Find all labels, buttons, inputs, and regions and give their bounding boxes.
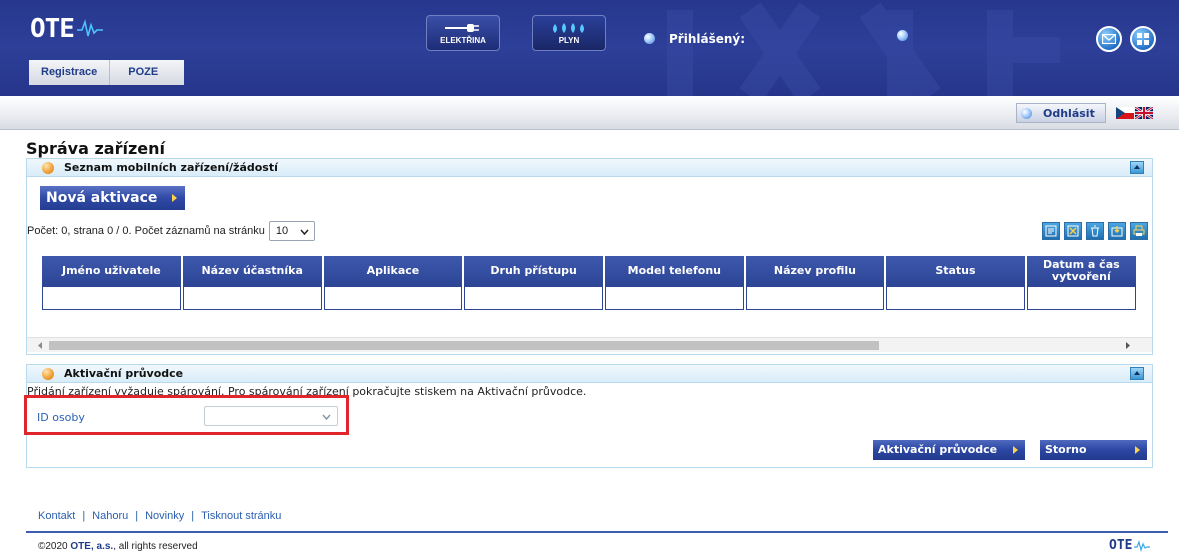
paging-text: Počet: 0, strana 0 / 0. Počet záznamů na… — [27, 225, 265, 237]
delete-icon[interactable] — [1086, 222, 1104, 240]
separator: | — [191, 510, 195, 522]
user-bullet-icon — [644, 33, 655, 44]
filter-cell[interactable] — [182, 286, 322, 310]
print-icon[interactable] — [1130, 222, 1148, 240]
mail-icon[interactable] — [1096, 26, 1122, 52]
copyright-suffix: , all rights reserved — [113, 541, 198, 552]
footer-link-news[interactable]: Novinky — [145, 510, 184, 522]
col-created[interactable]: Datum a čas vytvoření — [1026, 256, 1136, 286]
footer-link-contact[interactable]: Kontakt — [38, 510, 75, 522]
activation-wizard-button[interactable]: Aktivační průvodce — [873, 440, 1026, 460]
footer-logo: OTE — [1109, 538, 1151, 553]
scroll-left-icon[interactable] — [35, 341, 45, 350]
collapse-icon[interactable] — [1130, 161, 1144, 174]
paging-info: Počet: 0, strana 0 / 0. Počet záznamů na… — [27, 221, 315, 241]
footer-logo-text: OTE — [1109, 538, 1133, 553]
filter-cell[interactable] — [42, 286, 181, 310]
czech-flag-icon[interactable] — [1115, 107, 1134, 119]
col-user-name[interactable]: Jméno uživatele — [42, 256, 181, 286]
language-flags — [1115, 107, 1153, 119]
panel-bullet-icon — [42, 368, 54, 380]
filter-cell[interactable] — [1026, 286, 1136, 310]
status-bullet-icon — [897, 30, 908, 41]
wizard-panel-header: Aktivační průvodce — [27, 365, 1152, 383]
grid-header-row: Jméno uživatele Název účastníka Aplikace… — [42, 256, 1136, 286]
copyright: ©2020 OTE, a.s., all rights reserved — [38, 541, 198, 552]
filter-cell[interactable] — [464, 286, 603, 310]
logout-button[interactable]: Odhlásit — [1016, 103, 1106, 123]
col-status[interactable]: Status — [886, 256, 1025, 286]
separator: | — [82, 510, 86, 522]
filter-cell[interactable] — [745, 286, 885, 310]
grid-filter-row — [42, 286, 1136, 310]
gas-button[interactable]: PLYN — [532, 15, 606, 51]
tab-registrace[interactable]: Registrace — [29, 60, 111, 85]
logout-bullet-icon — [1021, 108, 1032, 119]
filter-cell[interactable] — [323, 286, 463, 310]
chevron-down-icon — [300, 229, 309, 235]
header-watermark — [667, 2, 1060, 96]
wizard-panel-title: Aktivační průvodce — [64, 367, 184, 380]
export-excel-icon[interactable] — [1064, 222, 1082, 240]
import-icon[interactable] — [1108, 222, 1126, 240]
cancel-button[interactable]: Storno — [1040, 440, 1147, 460]
wave-icon — [1134, 539, 1151, 552]
new-activation-button[interactable]: Nová aktivace — [40, 186, 186, 210]
col-profile-name[interactable]: Název profilu — [745, 256, 885, 286]
flame-icon — [553, 22, 584, 33]
sub-bar: Odhlásit — [0, 96, 1179, 130]
logout-label: Odhlásit — [1043, 106, 1095, 120]
plug-icon — [445, 23, 479, 32]
logged-user-label: Přihlášený: — [669, 32, 746, 46]
filter-cell[interactable] — [886, 286, 1025, 310]
electricity-button[interactable]: ELEKTŘINA — [426, 15, 500, 51]
arrow-right-icon — [172, 194, 178, 202]
filter-cell[interactable] — [604, 286, 744, 310]
col-participant[interactable]: Název účastníka — [182, 256, 322, 286]
tab-poze[interactable]: POZE — [110, 60, 184, 85]
cancel-label: Storno — [1045, 443, 1087, 456]
header-tabs: Registrace POZE — [29, 60, 185, 85]
new-record-icon[interactable] — [1042, 222, 1060, 240]
ote-logo[interactable]: OTE — [30, 14, 103, 44]
copyright-year: ©2020 — [38, 541, 68, 552]
horizontal-scrollbar[interactable] — [27, 337, 1152, 352]
scrollbar-thumb[interactable] — [49, 341, 879, 350]
devices-grid: Jméno uživatele Název účastníka Aplikace… — [40, 256, 1138, 310]
arrow-right-icon — [1134, 446, 1140, 454]
footer-link-top[interactable]: Nahoru — [92, 510, 128, 522]
col-access-type[interactable]: Druh přístupu — [464, 256, 603, 286]
highlight-frame — [24, 395, 349, 435]
footer-links: Kontakt | Nahoru | Novinky | Tisknout stránku — [38, 510, 281, 522]
col-application[interactable]: Aplikace — [323, 256, 463, 286]
col-phone-model[interactable]: Model telefonu — [604, 256, 744, 286]
collapse-icon[interactable] — [1130, 367, 1144, 380]
wave-icon — [76, 19, 103, 37]
company-name[interactable]: OTE, a.s. — [70, 541, 113, 552]
devices-grid-wrapper: Jméno uživatele Název účastníka Aplikace… — [40, 256, 1138, 316]
new-activation-label: Nová aktivace — [46, 190, 158, 206]
page-title: Správa zařízení — [26, 139, 165, 158]
devices-panel-header: Seznam mobilních zařízení/žádostí — [27, 159, 1152, 177]
page-size-value: 10 — [275, 225, 289, 237]
devices-panel: Seznam mobilních zařízení/žádostí Nová a… — [26, 158, 1153, 355]
footer-divider — [26, 531, 1168, 533]
activation-wizard-label: Aktivační průvodce — [878, 443, 998, 456]
arrow-right-icon — [1013, 446, 1019, 454]
panel-bullet-icon — [42, 162, 54, 174]
page-size-select[interactable]: 10 — [268, 221, 315, 241]
electricity-label: ELEKTŘINA — [440, 35, 486, 45]
grid-toolbar — [1038, 222, 1148, 240]
uk-flag-icon[interactable] — [1134, 107, 1153, 119]
top-header: OTE Registrace POZE ELEKTŘINA PLYN Přihl… — [0, 0, 1179, 96]
devices-panel-title: Seznam mobilních zařízení/žádostí — [64, 161, 278, 174]
gas-label: PLYN — [558, 35, 580, 45]
scroll-right-icon[interactable] — [1123, 341, 1133, 350]
footer-link-print[interactable]: Tisknout stránku — [201, 510, 281, 522]
separator: | — [135, 510, 139, 522]
logout-area: Odhlásit — [1016, 103, 1153, 123]
logo-text: OTE — [30, 14, 75, 44]
windows-icon[interactable] — [1130, 26, 1156, 52]
